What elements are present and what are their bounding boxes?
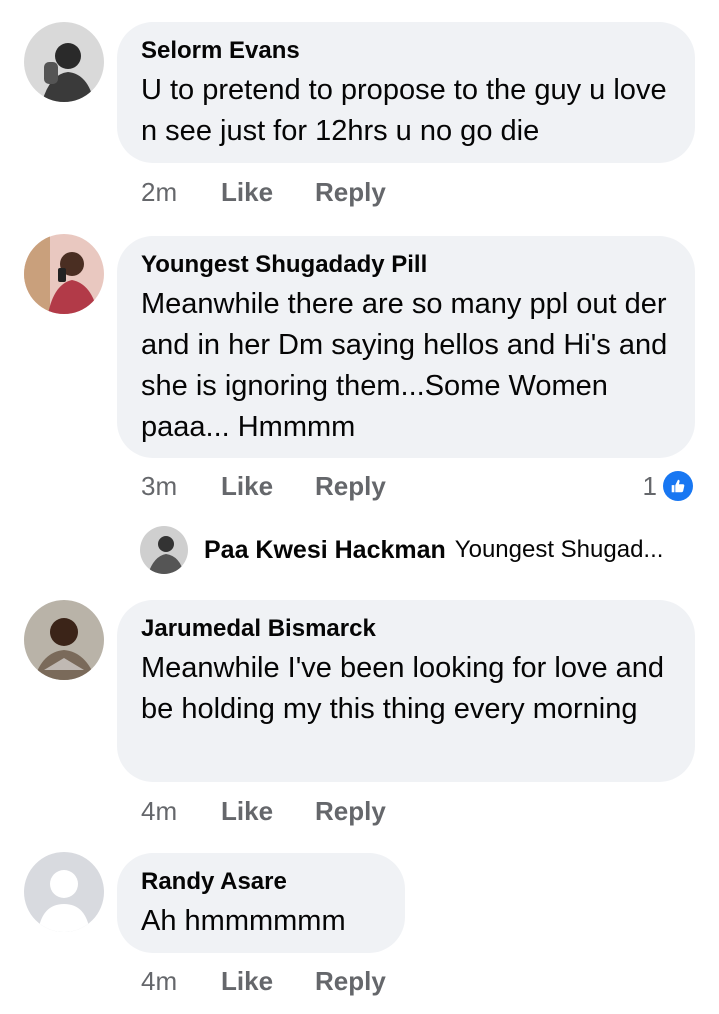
reaction-count: 1 xyxy=(642,470,657,501)
profile-photo-icon xyxy=(140,526,188,574)
comment-actions: 3m Like Reply xyxy=(141,469,386,503)
reply-snippet: Youngest Shugad... xyxy=(454,536,664,563)
profile-photo-icon xyxy=(24,22,104,102)
comment-timestamp[interactable]: 4m xyxy=(141,966,221,997)
comment-text: Meanwhile I've been looking for love and… xyxy=(141,652,665,725)
comment-text: Meanwhile there are so many ppl out der … xyxy=(141,288,668,443)
avatar[interactable] xyxy=(24,600,104,680)
comment-author[interactable]: Randy Asare xyxy=(141,867,381,897)
comment-text: U to pretend to propose to the guy u lov… xyxy=(141,74,667,147)
comment-actions: 2m Like Reply xyxy=(141,175,386,209)
reply-button[interactable]: Reply xyxy=(315,471,386,502)
comment-bubble: Selorm Evans U to pretend to propose to … xyxy=(117,22,695,163)
reply-author[interactable]: Paa Kwesi Hackman xyxy=(204,536,446,565)
avatar[interactable] xyxy=(24,22,104,102)
profile-photo-icon xyxy=(24,234,104,314)
comment-author[interactable]: Youngest Shugadady Pill xyxy=(141,250,671,280)
avatar[interactable] xyxy=(140,526,188,574)
like-button[interactable]: Like xyxy=(221,177,315,208)
like-button[interactable]: Like xyxy=(221,471,315,502)
comment-bubble: Jarumedal Bismarck Meanwhile I've been l… xyxy=(117,600,695,782)
comment-author[interactable]: Selorm Evans xyxy=(141,36,671,66)
comment-actions: 4m Like Reply xyxy=(141,794,386,828)
comment-author[interactable]: Jarumedal Bismarck xyxy=(141,614,671,644)
avatar[interactable] xyxy=(24,234,104,314)
comment-bubble: Randy Asare Ah hmmmmmm xyxy=(117,853,405,953)
comment-timestamp[interactable]: 2m xyxy=(141,177,221,208)
reply-button[interactable]: Reply xyxy=(315,796,386,827)
reaction-summary[interactable]: 1 xyxy=(643,469,693,503)
profile-photo-icon xyxy=(24,600,104,680)
reply-button[interactable]: Reply xyxy=(315,966,386,997)
avatar[interactable] xyxy=(24,852,104,932)
comment-timestamp[interactable]: 3m xyxy=(141,471,221,502)
like-button[interactable]: Like xyxy=(221,966,315,997)
default-avatar-icon xyxy=(24,852,104,932)
like-button[interactable]: Like xyxy=(221,796,315,827)
comment-actions: 4m Like Reply xyxy=(141,964,386,998)
thumbs-up-icon xyxy=(663,471,693,501)
reply-preview[interactable]: Paa Kwesi Hackman Youngest Shugad... xyxy=(140,525,663,575)
comment-bubble: Youngest Shugadady Pill Meanwhile there … xyxy=(117,236,695,458)
comment-text: Ah hmmmmmm xyxy=(141,905,346,937)
comment-timestamp[interactable]: 4m xyxy=(141,796,221,827)
reply-button[interactable]: Reply xyxy=(315,177,386,208)
